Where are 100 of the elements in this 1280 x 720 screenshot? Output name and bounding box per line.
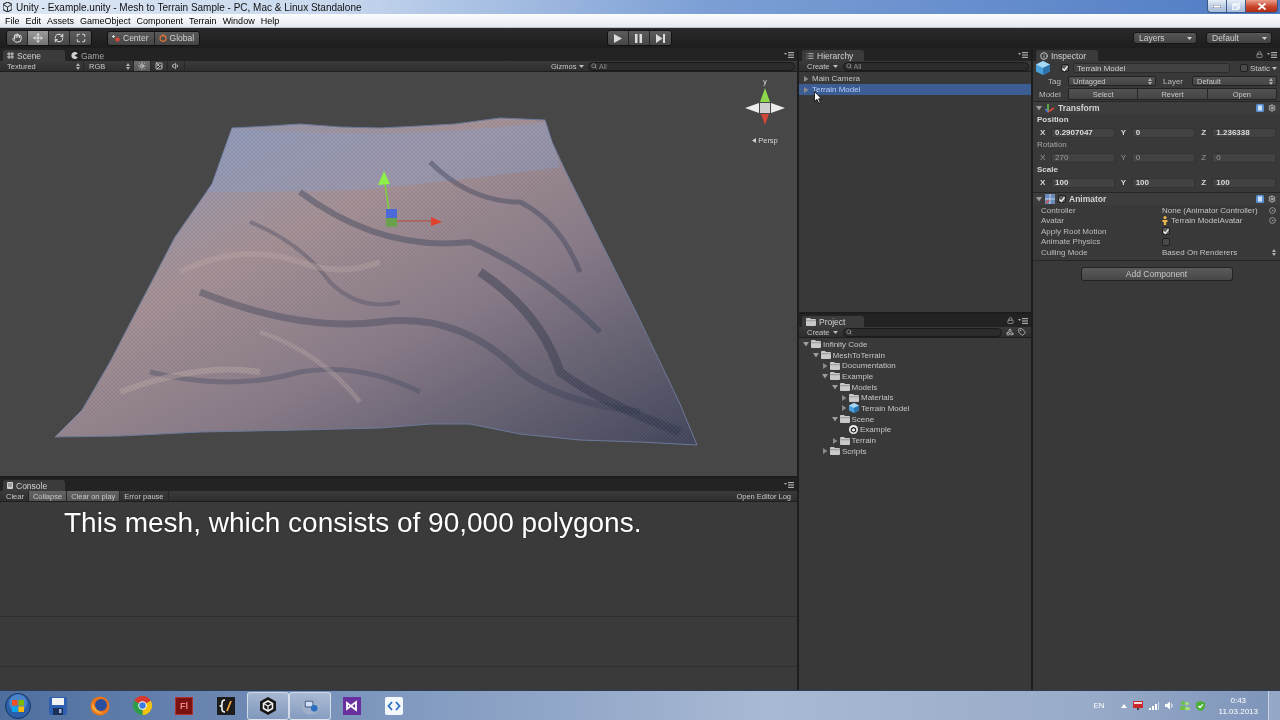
project-tree-item[interactable]: MeshToTerrain <box>799 349 1031 361</box>
project-tree-item[interactable]: Terrain Model <box>799 403 1031 414</box>
hierarchy-item[interactable]: Terrain Model <box>799 84 1031 95</box>
checkbox[interactable] <box>1162 227 1170 236</box>
triangle-down-icon[interactable] <box>831 384 838 391</box>
minimize-button[interactable] <box>1207 0 1227 13</box>
view-toggle[interactable] <box>134 61 151 71</box>
triangle-right-icon[interactable] <box>803 75 809 82</box>
triangle-up-icon[interactable] <box>1120 703 1127 708</box>
panel-tab[interactable]: Game <box>67 50 129 61</box>
project-tree-item[interactable]: Materials <box>799 392 1031 404</box>
playback-button[interactable] <box>628 31 650 45</box>
axis-letter: X <box>1040 153 1047 162</box>
pivot-toggle[interactable]: Center <box>108 31 155 45</box>
number-field[interactable]: 0 <box>1131 152 1196 163</box>
menu-item[interactable]: File <box>2 15 23 26</box>
project-tree-item[interactable]: Example <box>799 424 1031 436</box>
panel-tab[interactable]: Scene <box>3 50 65 61</box>
project-tree-item[interactable]: Scene <box>799 413 1031 425</box>
menu-item[interactable]: Assets <box>44 15 78 26</box>
taskbar-app-button[interactable]: Fl <box>163 691 205 720</box>
panel-menu-icon[interactable] <box>1018 51 1028 58</box>
object-name-field[interactable]: Terrain Model <box>1073 63 1230 73</box>
triangle-right-icon[interactable] <box>841 405 847 412</box>
object-field[interactable]: None (Animator Controller) <box>1162 205 1258 215</box>
project-tree-item[interactable]: Terrain <box>799 435 1031 446</box>
triangle-down-icon[interactable] <box>803 341 809 348</box>
triangle-down-icon[interactable] <box>831 416 838 423</box>
triangle-down-icon[interactable] <box>1036 196 1042 202</box>
add-component-button[interactable]: Add Component <box>1080 266 1233 281</box>
triangle-right-icon[interactable] <box>831 437 838 444</box>
menu-item[interactable]: Component <box>133 15 187 26</box>
panel-menu-icon[interactable] <box>1267 51 1277 58</box>
triangle-right-icon[interactable] <box>822 362 828 369</box>
lock-icon[interactable] <box>1007 317 1014 324</box>
checkbox[interactable] <box>1162 237 1170 246</box>
pivot-toggle[interactable]: Global <box>154 31 200 45</box>
filter-type-button[interactable] <box>1004 327 1016 337</box>
axis-gizmo-icon[interactable] <box>743 86 787 126</box>
menu-item[interactable]: GameObject <box>77 15 134 26</box>
triangle-down-icon[interactable] <box>1036 105 1042 111</box>
panel-tab[interactable]: Console <box>3 480 65 491</box>
number-field[interactable]: 1.236338 <box>1212 127 1276 138</box>
taskbar-app-button[interactable] <box>247 691 289 720</box>
number-field[interactable]: 0 <box>1131 127 1196 138</box>
tool-button[interactable] <box>49 31 70 45</box>
help-book-icon[interactable] <box>1256 104 1264 112</box>
panel-tab[interactable]: Project <box>802 316 864 327</box>
triangle-down-icon[interactable] <box>812 352 819 359</box>
checkmark-icon <box>1062 64 1068 72</box>
tool-button[interactable] <box>70 31 91 45</box>
playback-button[interactable] <box>649 31 671 45</box>
help-book-icon[interactable] <box>1256 195 1264 203</box>
menu-item[interactable]: Window <box>219 15 258 26</box>
project-tree-item[interactable]: Documentation <box>799 360 1031 372</box>
menu-item[interactable]: Help <box>257 15 283 26</box>
checkbox[interactable] <box>1240 64 1248 72</box>
layers-dropdown[interactable]: Layers <box>1133 32 1197 44</box>
search-field[interactable] <box>842 327 1002 337</box>
number-field[interactable]: 100 <box>1051 177 1115 188</box>
panel-menu-icon[interactable] <box>784 51 794 58</box>
menu-item[interactable]: Edit <box>22 15 45 26</box>
playback-button[interactable] <box>607 31 629 45</box>
number-field[interactable]: 100 <box>1212 177 1276 188</box>
gear-icon[interactable] <box>1268 104 1276 112</box>
panel-menu-icon[interactable] <box>784 481 794 488</box>
number-field[interactable]: 270 <box>1051 152 1115 163</box>
panel-tab[interactable]: Inspector <box>1036 50 1098 61</box>
number-field[interactable]: 0.2907047 <box>1051 127 1115 138</box>
project-tree-item[interactable]: Models <box>799 381 1031 393</box>
signal-bars-icon[interactable] <box>1148 701 1159 710</box>
number-field[interactable]: 100 <box>1131 177 1196 188</box>
shield-icon[interactable] <box>1195 700 1205 711</box>
lock-icon[interactable] <box>1256 51 1263 58</box>
gear-icon[interactable] <box>1268 195 1276 203</box>
dropdown-field[interactable]: Based On Renderers <box>1162 247 1238 257</box>
menu-item[interactable]: Terrain <box>186 15 220 26</box>
triangle-down-icon[interactable] <box>822 373 828 380</box>
project-tree-item[interactable]: Infinity Code <box>799 339 1031 350</box>
layout-dropdown[interactable]: Default <box>1206 32 1272 44</box>
start-button[interactable] <box>3 691 33 720</box>
project-tree-item[interactable]: Example <box>799 371 1031 382</box>
panel-tab[interactable]: Hierarchy <box>802 50 864 61</box>
transform-axes-icon <box>1045 103 1055 113</box>
project-tree-item[interactable]: Scripts <box>799 445 1031 457</box>
object-field[interactable]: Terrain ModelAvatar <box>1171 216 1243 226</box>
speaker-tray-icon[interactable] <box>1164 701 1174 710</box>
triangle-right-icon[interactable] <box>822 448 828 455</box>
axis-letter: Z <box>1201 128 1208 137</box>
tool-button[interactable] <box>7 31 28 45</box>
tool-button[interactable] <box>28 31 49 45</box>
flag-tray-icon[interactable] <box>1132 701 1143 710</box>
checkbox[interactable] <box>1058 195 1066 203</box>
restore-button[interactable] <box>1227 0 1246 13</box>
panel-menu-icon[interactable] <box>1018 317 1028 324</box>
checkbox[interactable] <box>1061 64 1069 72</box>
close-button[interactable] <box>1246 0 1278 13</box>
filter-label-button[interactable] <box>1016 327 1028 337</box>
hierarchy-item[interactable]: Main Camera <box>799 73 1031 84</box>
triangle-right-icon[interactable] <box>841 394 847 401</box>
